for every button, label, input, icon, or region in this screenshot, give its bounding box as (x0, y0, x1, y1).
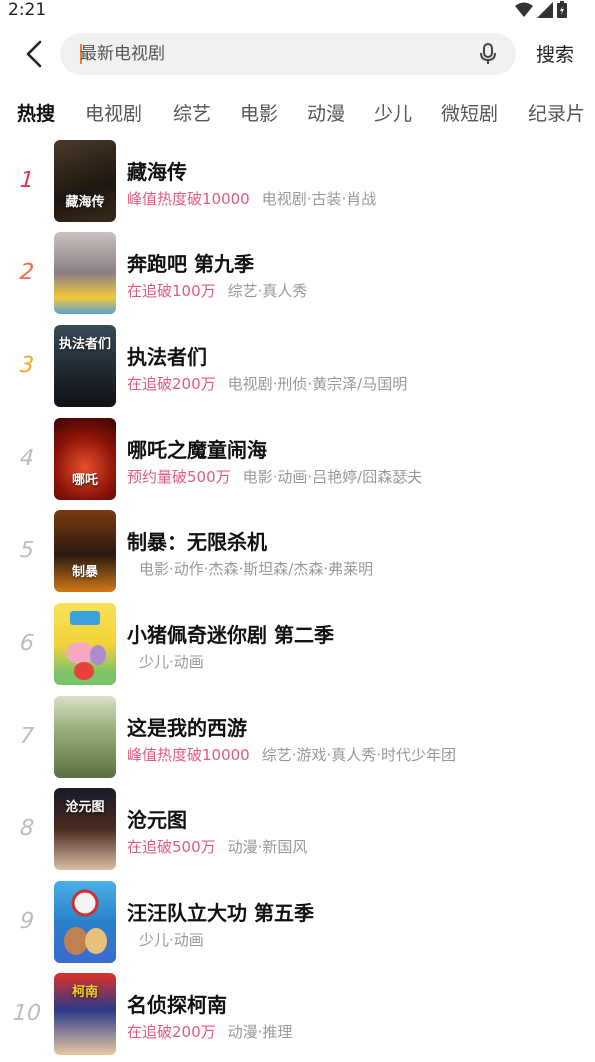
rank-number: 1 (19, 168, 35, 193)
item-meta: 峰值热度破10000 综艺·游戏·真人秀·时代少年团 (127, 744, 456, 765)
item-meta: 在追破500万 动漫·新国风 (127, 836, 307, 857)
tab-documentary[interactable]: 纪录片 (528, 100, 585, 128)
tags-label: 电视剧·古装·肖战 (261, 190, 377, 208)
heat-label: 在追破200万 (127, 375, 216, 393)
status-icons (515, 1, 567, 18)
tags-label: 电视剧·刑侦·黄宗泽/马国明 (227, 375, 408, 393)
rank-number: 8 (19, 816, 35, 841)
tags-label: 电影·动作·杰森·斯坦森/杰森·弗莱明 (139, 560, 374, 578)
poster-thumbnail: 哪吒 (54, 418, 116, 500)
poster-thumbnail: 沧元图 (54, 788, 116, 870)
tags-label: 综艺·游戏·真人秀·时代少年团 (261, 746, 457, 764)
tags-label: 少儿·动画 (139, 931, 204, 949)
poster-thumbnail (54, 232, 116, 314)
item-title: 沧元图 (127, 808, 187, 832)
poster-caption: 沧元图 (65, 800, 105, 815)
tab-short-drama[interactable]: 微短剧 (441, 100, 498, 128)
heat-label: 峰值热度破10000 (127, 746, 250, 764)
battery-icon (557, 1, 567, 18)
item-title: 藏海传 (127, 160, 187, 184)
poster-thumbnail: 执法者们 (54, 325, 116, 407)
tab-tv-series[interactable]: 电视剧 (85, 100, 142, 128)
search-box[interactable] (60, 33, 516, 75)
rank-number: 3 (19, 353, 35, 378)
heat-label: 在追破200万 (127, 1023, 216, 1041)
paw-patrol-illustration (64, 889, 107, 955)
poster-caption: 执法者们 (58, 337, 111, 352)
tab-movies[interactable]: 电影 (240, 100, 278, 128)
list-item[interactable]: 1 藏海传 藏海传 峰值热度破10000 电视剧·古装·肖战 (0, 140, 595, 224)
item-title: 小猪佩奇迷你剧 第二季 (127, 623, 334, 647)
list-item[interactable]: 10 柯南 名侦探柯南 在追破200万 动漫·推理 (0, 973, 595, 1057)
item-title: 哪吒之魔童闹海 (127, 438, 267, 462)
heat-label: 预约量破500万 (127, 468, 231, 486)
rank-number: 9 (19, 909, 35, 934)
rank-number: 4 (19, 446, 35, 471)
item-meta: 少儿·动画 (127, 651, 204, 672)
heat-label: 在追破500万 (127, 838, 216, 856)
item-title: 汪汪队立大功 第五季 (127, 901, 314, 925)
list-item[interactable]: 4 哪吒 哪吒之魔童闹海 预约量破500万 电影·动画·吕艳婷/囧森瑟夫 (0, 418, 595, 502)
item-meta: 预约量破500万 电影·动画·吕艳婷/囧森瑟夫 (127, 466, 422, 487)
item-meta: 在追破200万 动漫·推理 (127, 1021, 292, 1042)
back-button[interactable] (18, 38, 50, 70)
poster-caption: 制暴 (71, 565, 98, 580)
list-item[interactable]: 2 奔跑吧 第九季 在追破100万 综艺·真人秀 (0, 232, 595, 316)
list-item[interactable]: 5 制暴 制暴：无限杀机 电影·动作·杰森·斯坦森/杰森·弗莱明 (0, 510, 595, 594)
list-item[interactable]: 3 执法者们 执法者们 在追破200万 电视剧·刑侦·黄宗泽/马国明 (0, 325, 595, 409)
poster-caption: 哪吒 (71, 473, 98, 488)
peppa-pig-illustration (66, 611, 106, 680)
heat-label: 在追破100万 (127, 282, 216, 300)
poster-thumbnail: 制暴 (54, 510, 116, 592)
item-meta: 少儿·动画 (127, 929, 204, 950)
heat-label: 峰值热度破10000 (127, 190, 250, 208)
poster-thumbnail (54, 881, 116, 963)
microphone-icon (480, 43, 496, 64)
signal-icon (537, 1, 553, 18)
list-item[interactable]: 7 这是我的西游 峰值热度破10000 综艺·游戏·真人秀·时代少年团 (0, 696, 595, 780)
tags-label: 动漫·推理 (227, 1023, 293, 1041)
back-arrow-icon (26, 40, 42, 68)
voice-search-button[interactable] (476, 42, 500, 66)
rank-number: 2 (19, 260, 35, 285)
item-meta: 在追破200万 电视剧·刑侦·黄宗泽/马国明 (127, 373, 407, 394)
tags-label: 综艺·真人秀 (227, 282, 308, 300)
search-row: 搜索 (0, 30, 595, 80)
rank-number: 5 (19, 538, 35, 563)
tags-label: 动漫·新国风 (227, 838, 308, 856)
item-title: 名侦探柯南 (127, 993, 227, 1017)
item-meta: 峰值热度破10000 电视剧·古装·肖战 (127, 188, 376, 209)
wifi-icon (515, 2, 533, 17)
tab-hot-search[interactable]: 热搜 (17, 100, 55, 128)
poster-thumbnail (54, 603, 116, 685)
item-title: 奔跑吧 第九季 (127, 252, 254, 276)
item-meta: 在追破100万 综艺·真人秀 (127, 280, 307, 301)
poster-caption: 藏海传 (65, 195, 105, 210)
item-meta: 电影·动作·杰森·斯坦森/杰森·弗莱明 (127, 558, 373, 579)
poster-caption: 柯南 (71, 985, 98, 1000)
tab-variety[interactable]: 综艺 (173, 100, 211, 128)
tags-label: 电影·动画·吕艳婷/囧森瑟夫 (242, 468, 423, 486)
tab-kids[interactable]: 少儿 (374, 100, 412, 128)
poster-thumbnail: 藏海传 (54, 140, 116, 222)
rank-number: 6 (19, 631, 35, 656)
search-button[interactable]: 搜索 (536, 40, 574, 67)
list-item[interactable]: 9 汪汪队立大功 第五季 少儿·动画 (0, 881, 595, 965)
status-time: 2:21 (8, 0, 47, 20)
rank-number: 10 (12, 1001, 42, 1026)
item-title: 执法者们 (127, 345, 207, 369)
list-item[interactable]: 6 小猪佩奇迷你剧 第二季 少儿·动画 (0, 603, 595, 687)
list-item[interactable]: 8 沧元图 沧元图 在追破500万 动漫·新国风 (0, 788, 595, 872)
item-title: 制暴：无限杀机 (127, 530, 267, 554)
tab-anime[interactable]: 动漫 (307, 100, 345, 128)
status-bar: 2:21 (0, 0, 595, 22)
poster-thumbnail: 柯南 (54, 973, 116, 1055)
poster-thumbnail (54, 696, 116, 778)
item-title: 这是我的西游 (127, 716, 247, 740)
tags-label: 少儿·动画 (139, 653, 204, 671)
search-input[interactable] (80, 33, 470, 75)
category-tabs: 热搜 电视剧 综艺 电影 动漫 少儿 微短剧 纪录片 (0, 100, 595, 130)
rank-number: 7 (19, 724, 35, 749)
